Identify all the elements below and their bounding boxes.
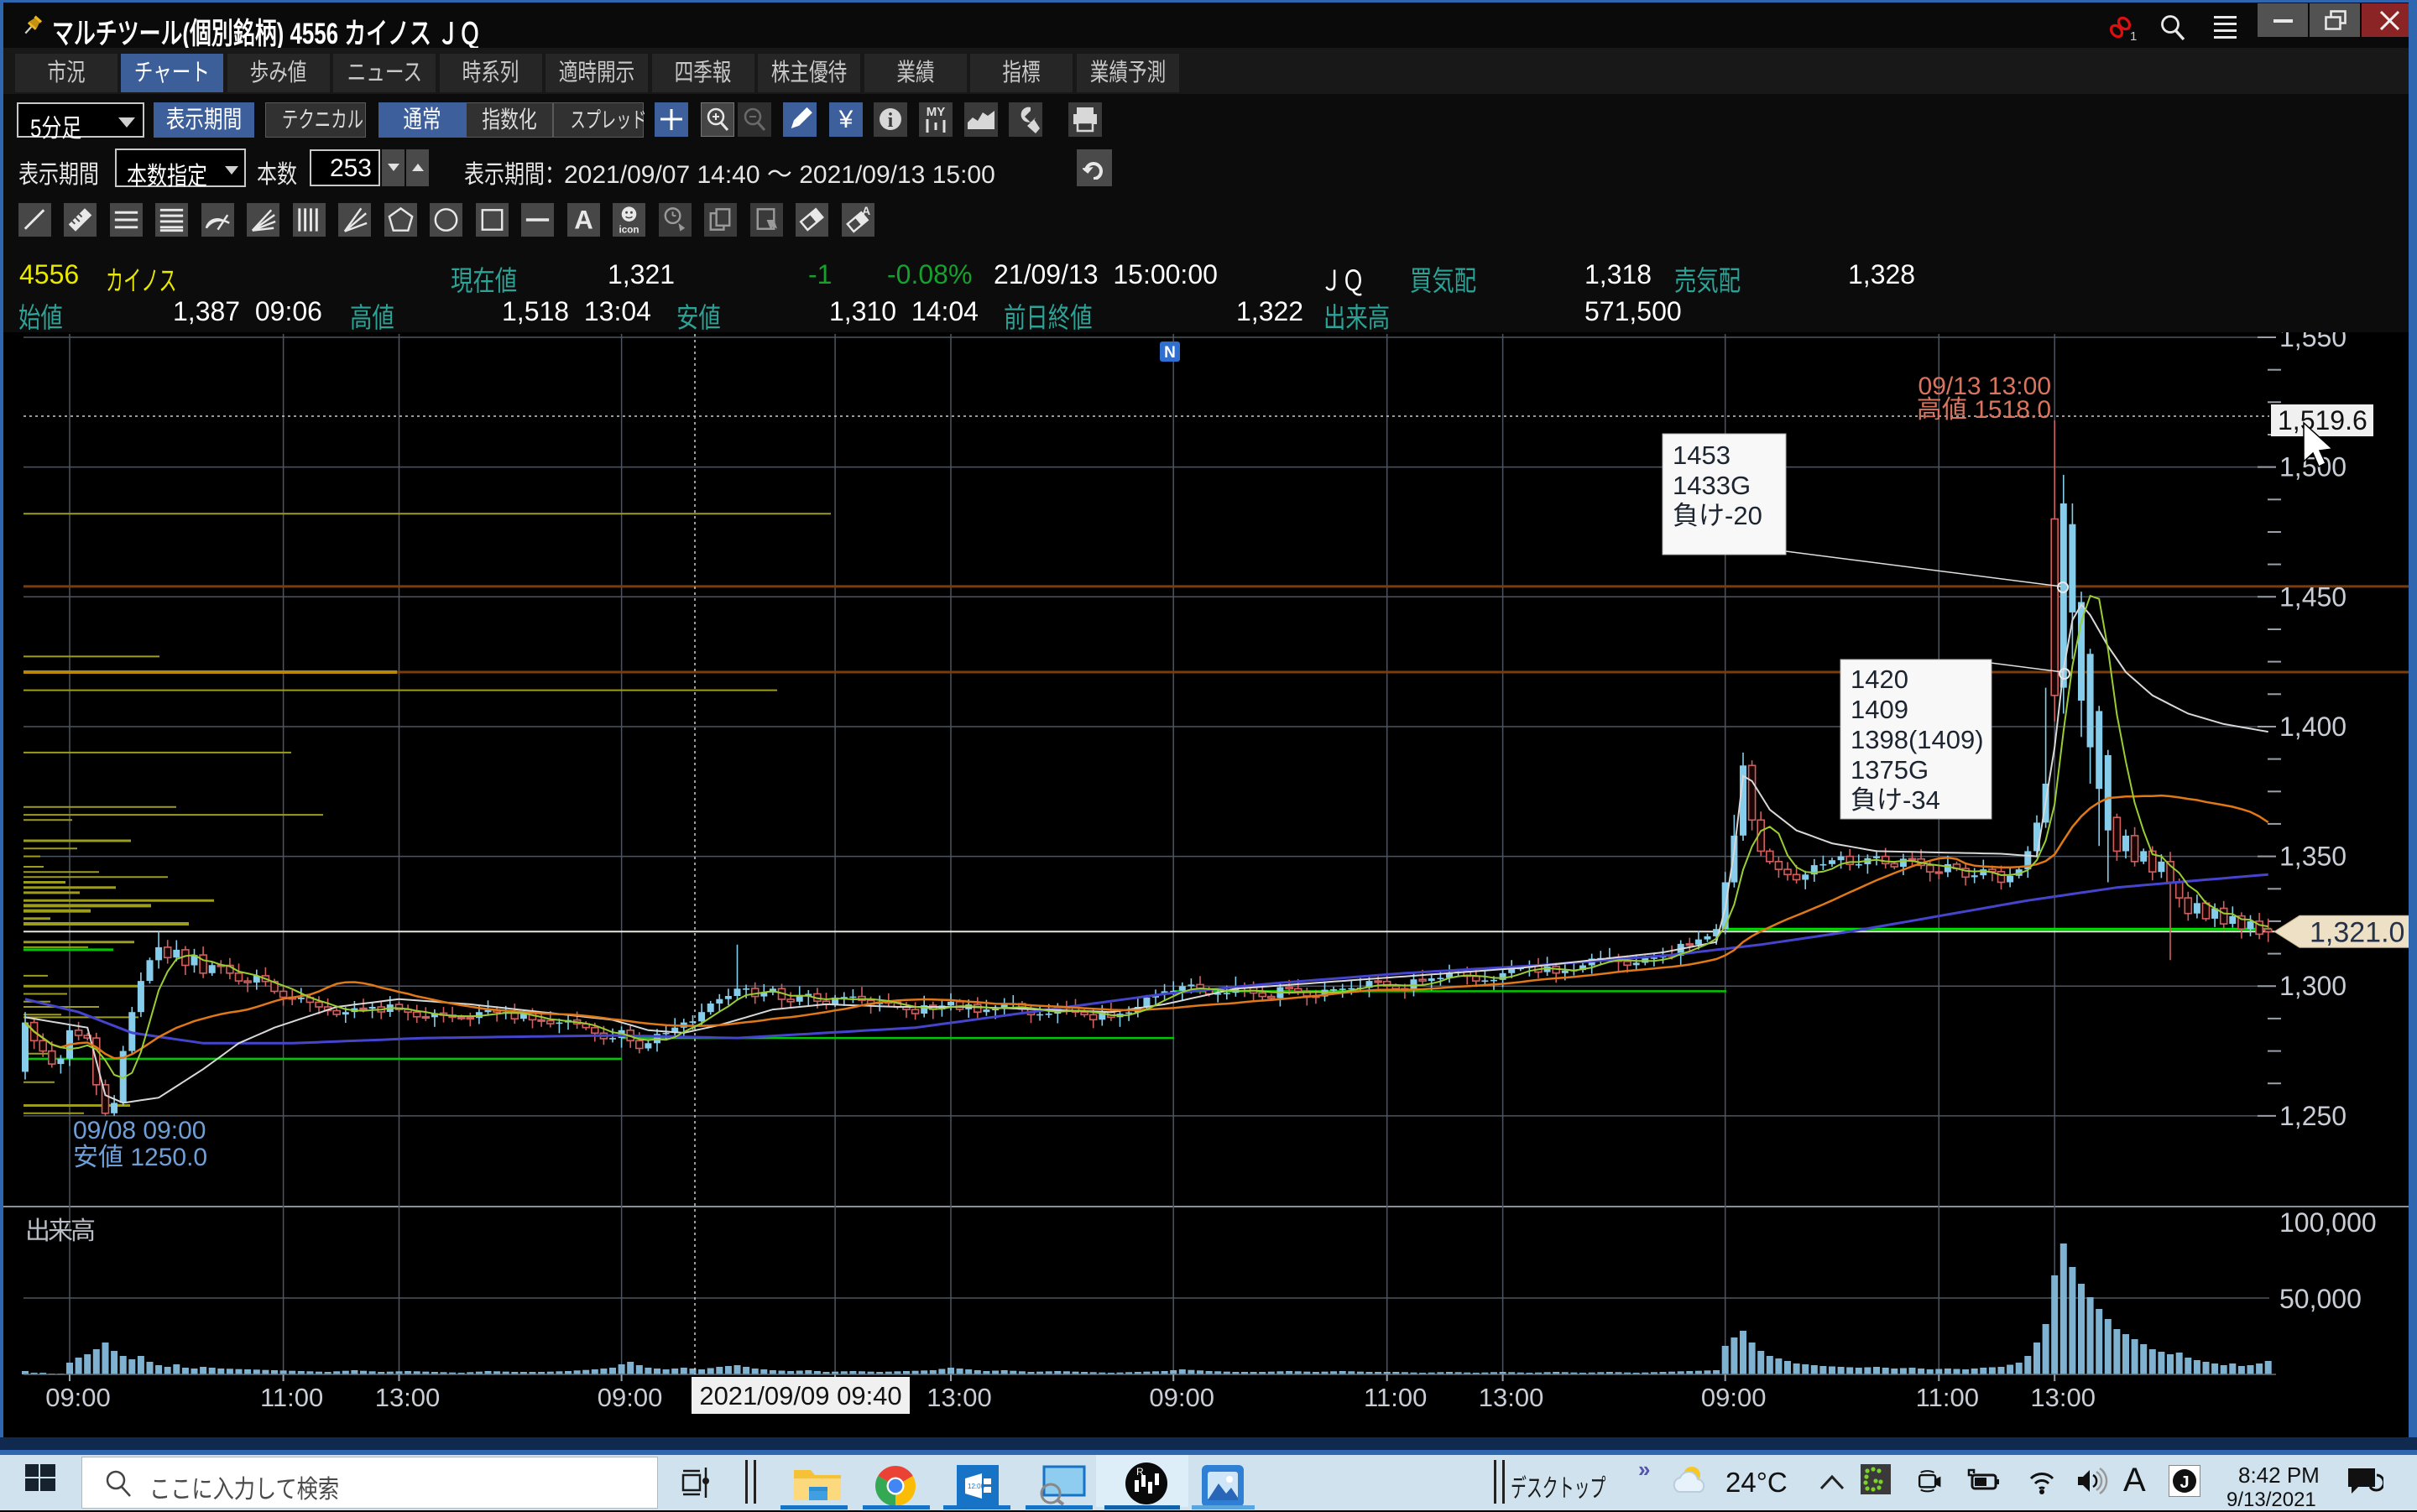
svg-text:13:00: 13:00 bbox=[2030, 1383, 2096, 1412]
svg-text:100,000: 100,000 bbox=[2279, 1207, 2377, 1238]
svg-text:1433G: 1433G bbox=[1673, 471, 1751, 500]
svg-text:R: R bbox=[1136, 1466, 1144, 1478]
svg-text:1,519.6: 1,519.6 bbox=[2278, 405, 2367, 435]
svg-text:1,450: 1,450 bbox=[2279, 581, 2347, 612]
svg-text:09/08 09:00: 09/08 09:00 bbox=[73, 1117, 206, 1144]
svg-text:MY: MY bbox=[927, 105, 946, 119]
svg-text:13:00: 13:00 bbox=[1479, 1383, 1544, 1412]
svg-text:09:00: 09:00 bbox=[1149, 1383, 1214, 1412]
svg-text:11:00: 11:00 bbox=[260, 1383, 323, 1412]
svg-text:50,000: 50,000 bbox=[2279, 1284, 2362, 1314]
svg-text:A: A bbox=[574, 206, 593, 235]
svg-text:1453: 1453 bbox=[1673, 441, 1731, 470]
svg-text:負け-20: 負け-20 bbox=[1673, 501, 1762, 530]
svg-text:1,500: 1,500 bbox=[2279, 452, 2347, 482]
svg-text:11:00: 11:00 bbox=[1916, 1383, 1979, 1412]
svg-text:1420: 1420 bbox=[1851, 665, 1908, 694]
svg-text:1,250: 1,250 bbox=[2279, 1101, 2347, 1131]
svg-text:負け-34: 負け-34 bbox=[1851, 785, 1940, 815]
svg-text:11:00: 11:00 bbox=[1364, 1383, 1427, 1412]
svg-text:09:00: 09:00 bbox=[1701, 1383, 1767, 1412]
svg-text:1,400: 1,400 bbox=[2279, 712, 2347, 742]
svg-text:安値 1250.0: 安値 1250.0 bbox=[73, 1144, 207, 1171]
svg-text:icon: icon bbox=[619, 225, 639, 236]
svg-text:A: A bbox=[862, 205, 870, 217]
svg-text:09:00: 09:00 bbox=[598, 1383, 663, 1412]
svg-text:2021/09/09 09:40: 2021/09/09 09:40 bbox=[699, 1381, 901, 1410]
svg-text:1398(1409): 1398(1409) bbox=[1851, 725, 1984, 754]
svg-text:1375G: 1375G bbox=[1851, 755, 1929, 785]
svg-text:高値 1518.0: 高値 1518.0 bbox=[1917, 396, 2051, 424]
svg-text:J: J bbox=[2179, 1473, 2189, 1492]
svg-text:13:00: 13:00 bbox=[927, 1383, 992, 1412]
svg-text:1,321.0: 1,321.0 bbox=[2310, 916, 2404, 948]
svg-text:1,300: 1,300 bbox=[2279, 971, 2347, 1001]
svg-text:1,350: 1,350 bbox=[2279, 842, 2347, 872]
svg-text:13:00: 13:00 bbox=[375, 1383, 441, 1412]
svg-text:i: i bbox=[888, 110, 894, 132]
svg-text:1,550: 1,550 bbox=[2279, 332, 2347, 352]
svg-text:N: N bbox=[1164, 344, 1176, 362]
svg-text:09:00: 09:00 bbox=[45, 1383, 111, 1412]
svg-text:12:00: 12:00 bbox=[968, 1483, 985, 1490]
svg-text:出来高: 出来高 bbox=[25, 1217, 96, 1245]
svg-text:1409: 1409 bbox=[1851, 695, 1908, 724]
svg-text:1: 1 bbox=[2130, 29, 2137, 41]
